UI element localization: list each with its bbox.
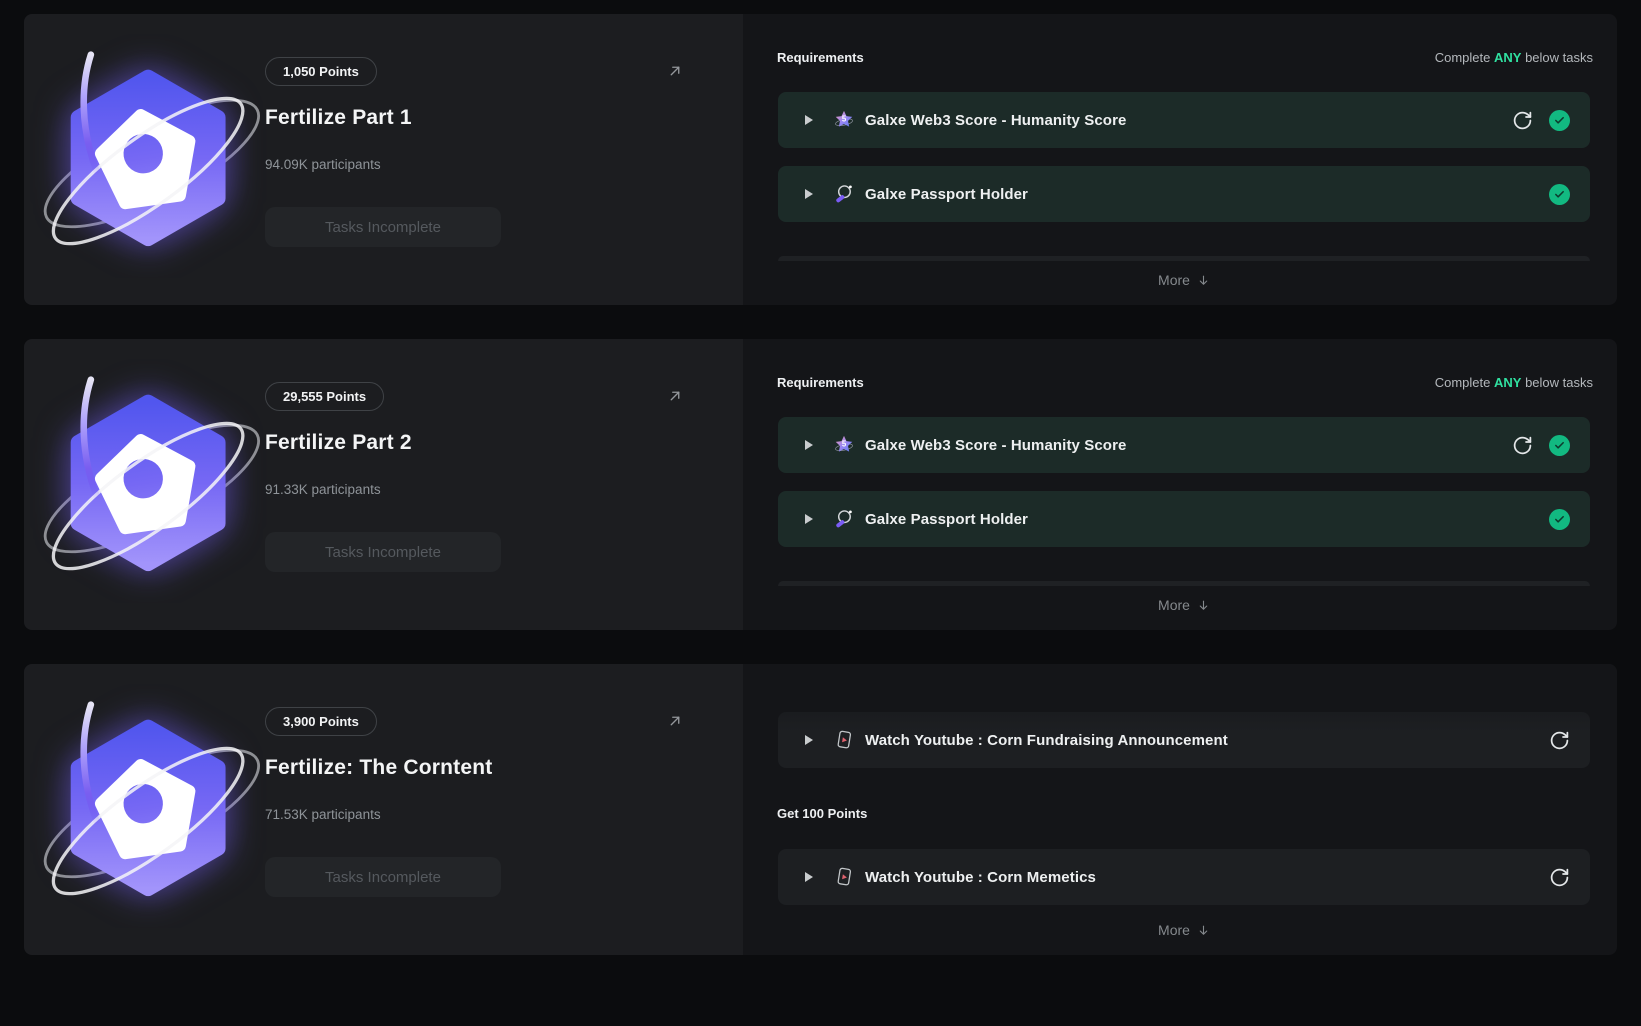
more-link[interactable]: More [778,920,1590,940]
requirements-pane: Requirements Complete ANY below tasks Ga… [743,339,1617,630]
expand-caret-icon [805,440,813,450]
task-row[interactable]: Watch Youtube : Corn Memetics [778,849,1590,905]
galxe-web3-score-icon [833,109,855,131]
complete-any-note: Complete ANY below tasks [1435,50,1593,65]
complete-prefix: Complete [1435,375,1491,390]
requirements-pane: Requirements Complete ANY below tasks Ga… [743,14,1617,305]
points-badge: 3,900 Points [265,707,377,736]
task-row[interactable]: Galxe Web3 Score - Humanity Score [778,92,1590,148]
completed-check-icon [1549,110,1570,131]
refresh-icon[interactable] [1512,110,1533,131]
complete-suffix: below tasks [1525,375,1593,390]
next-task-row-partial [778,256,1590,261]
galxe-passport-icon [833,183,855,205]
complete-keyword: ANY [1494,375,1521,390]
refresh-icon[interactable] [1549,730,1570,751]
more-label: More [1158,272,1190,288]
task-label: Galxe Passport Holder [865,186,1028,203]
quest-card-fertilize-part-1: 1,050 Points Fertilize Part 1 94.09K par… [24,14,1617,305]
quest-summary-pane: 1,050 Points Fertilize Part 1 94.09K par… [24,14,743,305]
completed-check-icon [1549,184,1570,205]
points-badge: 1,050 Points [265,57,377,86]
more-link[interactable]: More [778,595,1590,615]
tasks-incomplete-button[interactable]: Tasks Incomplete [265,857,501,897]
quest-title: Fertilize Part 2 [265,431,412,455]
task-label: Galxe Passport Holder [865,511,1028,528]
more-link[interactable]: More [778,270,1590,290]
quest-card-fertilize-the-corntent: 3,900 Points Fertilize: The Corntent 71.… [24,664,1617,955]
requirements-heading: Requirements [777,375,864,390]
task-row[interactable]: Watch Youtube : Corn Fundraising Announc… [778,712,1590,768]
quest-summary-pane: 3,900 Points Fertilize: The Corntent 71.… [24,664,743,955]
complete-prefix: Complete [1435,50,1491,65]
complete-any-note: Complete ANY below tasks [1435,375,1593,390]
next-task-row-partial [778,581,1590,586]
refresh-icon[interactable] [1512,435,1533,456]
participants-count: 91.33K participants [265,482,381,497]
external-link-icon[interactable] [666,62,684,80]
external-link-icon[interactable] [666,387,684,405]
expand-caret-icon [805,115,813,125]
quest-card-fertilize-part-2: 29,555 Points Fertilize Part 2 91.33K pa… [24,339,1617,630]
task-label: Galxe Web3 Score - Humanity Score [865,112,1126,129]
completed-check-icon [1549,435,1570,456]
points-section-heading: Get 100 Points [777,806,867,821]
task-label: Watch Youtube : Corn Fundraising Announc… [865,732,1228,749]
expand-caret-icon [805,514,813,524]
expand-caret-icon [805,189,813,199]
youtube-icon [833,729,855,751]
complete-suffix: below tasks [1525,50,1593,65]
refresh-icon[interactable] [1549,867,1570,888]
task-row[interactable]: Galxe Web3 Score - Humanity Score [778,417,1590,473]
more-label: More [1158,922,1190,938]
quest-title: Fertilize: The Corntent [265,756,492,780]
galxe-web3-score-icon [833,434,855,456]
tasks-incomplete-button[interactable]: Tasks Incomplete [265,207,501,247]
task-row[interactable]: Galxe Passport Holder [778,166,1590,222]
tasks-incomplete-button[interactable]: Tasks Incomplete [265,532,501,572]
down-arrow-icon [1197,274,1210,287]
complete-keyword: ANY [1494,50,1521,65]
expand-caret-icon [805,735,813,745]
quest-hexagon-artwork [28,34,272,278]
task-label: Galxe Web3 Score - Humanity Score [865,437,1126,454]
points-badge: 29,555 Points [265,382,384,411]
quest-title: Fertilize Part 1 [265,106,412,130]
expand-caret-icon [805,872,813,882]
participants-count: 94.09K participants [265,157,381,172]
requirements-pane: Watch Youtube : Corn Fundraising Announc… [743,664,1617,955]
participants-count: 71.53K participants [265,807,381,822]
quest-summary-pane: 29,555 Points Fertilize Part 2 91.33K pa… [24,339,743,630]
youtube-icon [833,866,855,888]
quest-hexagon-artwork [28,359,272,603]
task-row[interactable]: Galxe Passport Holder [778,491,1590,547]
external-link-icon[interactable] [666,712,684,730]
quest-hexagon-artwork [28,684,272,928]
more-label: More [1158,597,1190,613]
down-arrow-icon [1197,924,1210,937]
requirements-heading: Requirements [777,50,864,65]
completed-check-icon [1549,509,1570,530]
galxe-passport-icon [833,508,855,530]
down-arrow-icon [1197,599,1210,612]
task-label: Watch Youtube : Corn Memetics [865,869,1096,886]
